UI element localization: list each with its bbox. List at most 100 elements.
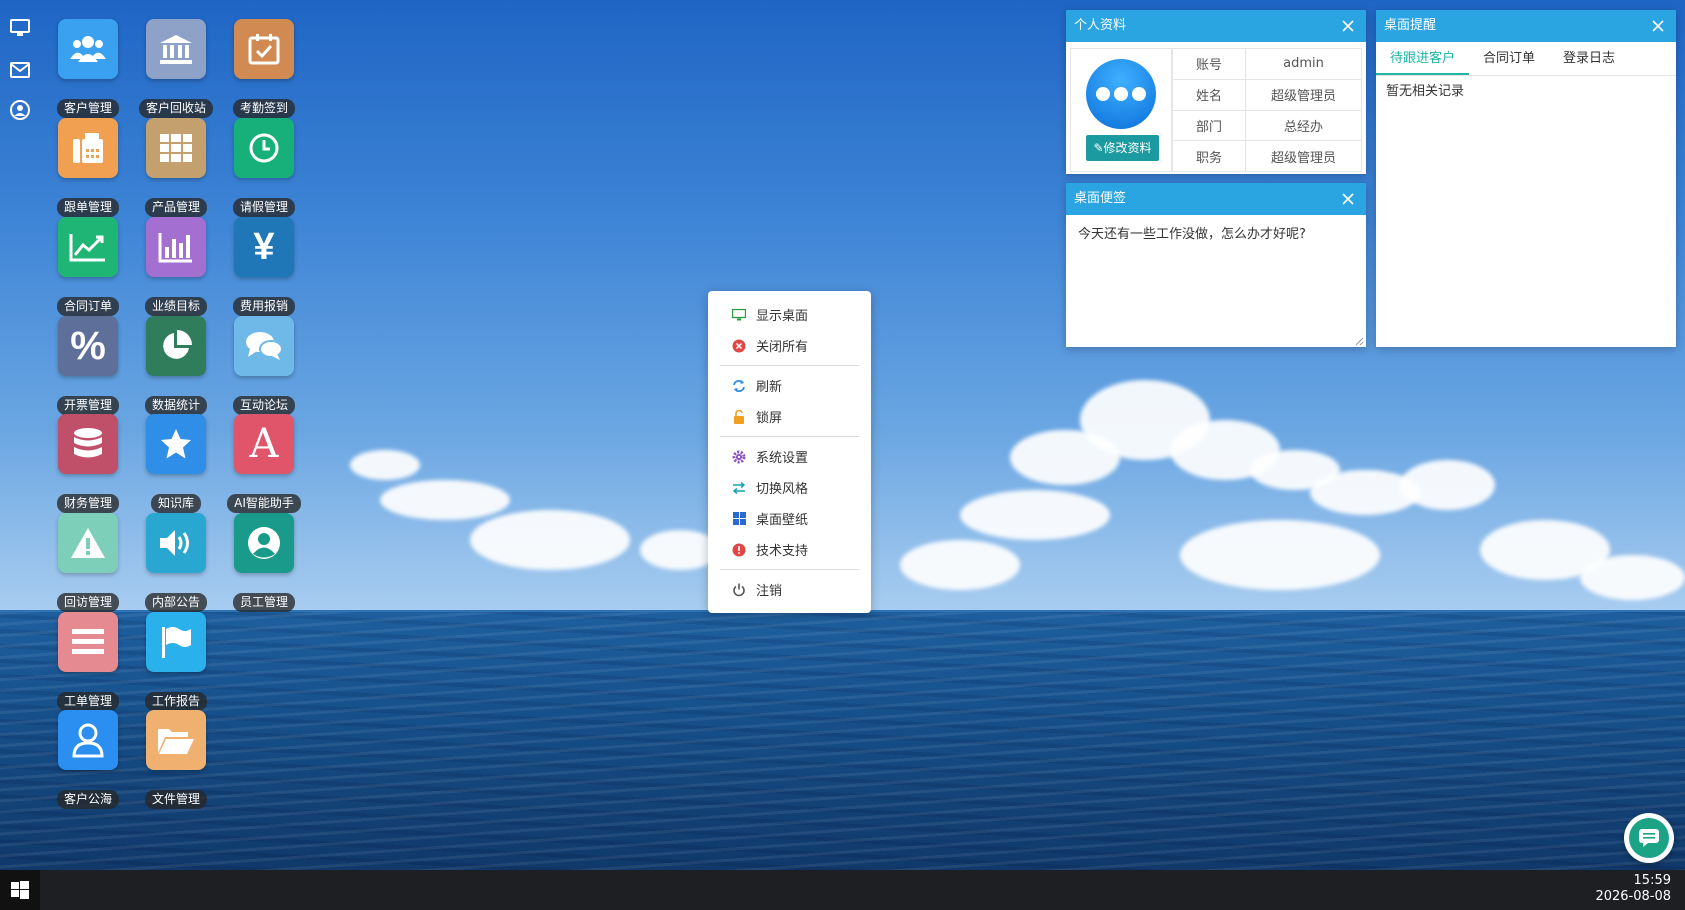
desktop-icon-label: 考勤签到 <box>232 99 295 118</box>
context-menu-label: 切换风格 <box>756 482 809 497</box>
monitor-icon[interactable] <box>10 18 30 38</box>
avatar-box: ✎修改资料 <box>1070 48 1172 172</box>
close-circle-icon <box>732 339 746 353</box>
desktop-icon[interactable]: 财务管理 <box>43 414 133 513</box>
speaker-icon <box>146 513 206 573</box>
context-menu-item[interactable]: 系统设置 <box>708 441 871 472</box>
edit-profile-button[interactable]: ✎修改资料 <box>1086 135 1159 161</box>
context-menu-item[interactable]: 锁屏 <box>708 401 871 432</box>
desktop-icon-label: 工作报告 <box>144 692 207 711</box>
warning-icon <box>58 513 118 573</box>
desktop-icon[interactable]: 产品管理 <box>131 118 221 217</box>
context-menu-label: 锁屏 <box>756 411 783 426</box>
chat-button[interactable] <box>1624 813 1674 863</box>
envelope-icon[interactable] <box>10 60 30 80</box>
close-icon[interactable] <box>1648 16 1668 36</box>
desktop-icon[interactable]: 回访管理 <box>43 513 133 612</box>
tab-login-log[interactable]: 登录日志 <box>1549 44 1629 75</box>
desktop-icon-label: 数据统计 <box>144 396 207 415</box>
windows-grid-icon <box>732 512 746 526</box>
users-icon <box>58 19 118 79</box>
monitor-icon <box>732 308 746 322</box>
table-row: 职务 超级管理员 <box>1171 140 1362 172</box>
menu-divider <box>720 365 859 366</box>
clock-time: 15:59 <box>1633 873 1671 888</box>
bar-chart-icon <box>146 217 206 277</box>
desktop-icon-label: 文件管理 <box>144 790 207 809</box>
context-menu-label: 桌面壁纸 <box>756 513 809 528</box>
note-window-header[interactable]: 桌面便签 <box>1066 183 1366 215</box>
tab-contract-orders[interactable]: 合同订单 <box>1469 44 1549 75</box>
profile-window-header[interactable]: 个人资料 <box>1066 10 1366 42</box>
left-mini-bar <box>0 0 40 870</box>
context-menu-item[interactable]: 注销 <box>708 574 871 605</box>
desktop-icon[interactable]: 工单管理 <box>43 612 133 711</box>
tab-follow-up-customers[interactable]: 待跟进客户 <box>1376 44 1470 75</box>
user-outline-icon <box>58 710 118 770</box>
bank-icon <box>146 19 206 79</box>
reminder-window-header[interactable]: 桌面提醒 <box>1376 10 1676 42</box>
close-icon[interactable] <box>1338 189 1358 209</box>
table-row: 姓名 超级管理员 <box>1171 78 1362 111</box>
desktop-icon-label: 回访管理 <box>56 593 119 612</box>
context-menu-label: 显示桌面 <box>756 309 809 324</box>
desktop-icon-label: 客户管理 <box>56 99 119 118</box>
flag-icon <box>146 612 206 672</box>
context-menu-item[interactable]: 显示桌面 <box>708 299 871 330</box>
resize-handle-icon[interactable] <box>1354 335 1364 346</box>
desktop-icon[interactable]: 跟单管理 <box>43 118 133 217</box>
desktop-icon[interactable]: 业绩目标 <box>131 217 221 316</box>
lock-icon <box>732 409 746 424</box>
desktop-icon-label: 跟单管理 <box>56 198 119 217</box>
desktop-icon[interactable]: 内部公告 <box>131 513 221 612</box>
note-textarea[interactable]: 今天还有一些工作没做，怎么办才好呢? <box>1066 215 1366 347</box>
percent-icon: % <box>58 316 118 376</box>
yen-icon: ¥ <box>234 217 294 277</box>
context-menu-item[interactable]: 切换风格 <box>708 472 871 503</box>
taskbar: 15:59 2026-08-08 <box>0 870 1685 910</box>
clock-icon <box>234 118 294 178</box>
desktop-icon[interactable]: 工作报告 <box>131 612 221 711</box>
reminder-window: 桌面提醒 待跟进客户 合同订单 登录日志 暂无相关记录 <box>1376 10 1676 347</box>
clock[interactable]: 15:59 2026-08-08 <box>1595 873 1671 905</box>
desktop-icon[interactable]: 客户管理 <box>43 19 133 118</box>
context-menu-label: 刷新 <box>756 380 783 395</box>
desktop-icon-label: 财务管理 <box>56 494 119 513</box>
desktop-icon-label: 互动论坛 <box>232 396 295 415</box>
context-menu-item[interactable]: 刷新 <box>708 370 871 401</box>
desktop-icon-label: 内部公告 <box>144 593 207 612</box>
desktop-icon[interactable]: 员工管理 <box>219 513 309 612</box>
desktop-icon[interactable]: % 开票管理 <box>43 316 133 415</box>
desktop-icon[interactable]: 请假管理 <box>219 118 309 217</box>
line-chart-icon <box>58 217 118 277</box>
user-circle-icon[interactable] <box>10 100 30 120</box>
desktop-icon-label: 产品管理 <box>144 198 207 217</box>
calendar-check-icon <box>234 19 294 79</box>
context-menu-item[interactable]: 关闭所有 <box>708 330 871 361</box>
desktop-icon[interactable]: A AI智能助手 <box>219 414 309 513</box>
avatar <box>1085 59 1156 129</box>
context-menu-item[interactable]: 桌面壁纸 <box>708 503 871 534</box>
desktop-icon[interactable]: 数据统计 <box>131 316 221 415</box>
desktop-icon-label: 客户回收站 <box>138 99 213 118</box>
desktop-icon[interactable]: 客户公海 <box>43 710 133 809</box>
context-menu-item[interactable]: 技术支持 <box>708 534 871 565</box>
start-button[interactable] <box>0 870 40 910</box>
close-icon[interactable] <box>1338 16 1358 36</box>
desktop-icon[interactable]: 合同订单 <box>43 217 133 316</box>
desktop-icon-label: 客户公海 <box>56 790 119 809</box>
fax-icon <box>58 118 118 178</box>
letter-a-icon: A <box>234 414 294 474</box>
desktop-icon[interactable]: 知识库 <box>131 414 221 513</box>
menu-divider <box>720 436 859 437</box>
desktop-icon-label: 请假管理 <box>232 198 295 217</box>
desktop-icon[interactable]: 互动论坛 <box>219 316 309 415</box>
desktop-icon[interactable]: ¥ 费用报销 <box>219 217 309 316</box>
refresh-icon <box>732 379 746 393</box>
desktop-icon-label: 员工管理 <box>232 593 295 612</box>
desktop-icon[interactable]: 考勤签到 <box>219 19 309 118</box>
desktop-icon[interactable]: 文件管理 <box>131 710 221 809</box>
edit-icon: ✎ <box>1093 141 1104 155</box>
desktop-icon-label: 工单管理 <box>56 692 119 711</box>
desktop-icon[interactable]: 客户回收站 <box>131 19 221 118</box>
